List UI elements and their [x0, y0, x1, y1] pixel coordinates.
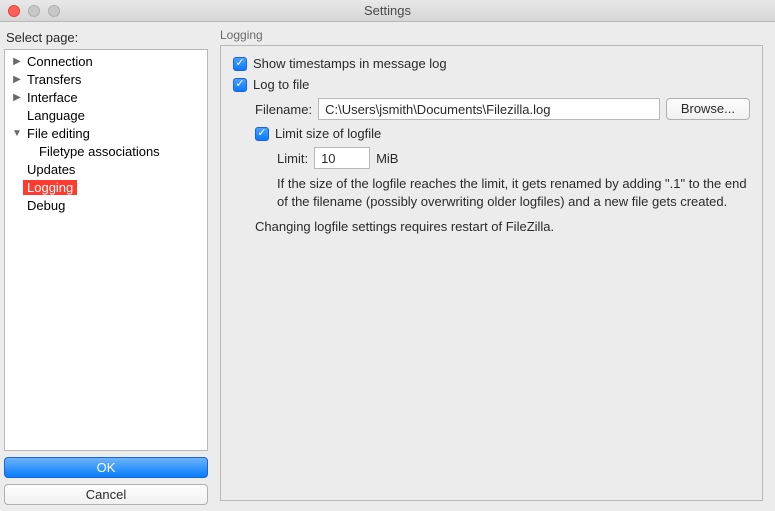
limit-unit: MiB: [376, 151, 398, 166]
ok-button[interactable]: OK: [4, 457, 208, 478]
tree-item-label: Debug: [23, 198, 69, 213]
minimize-icon: [28, 5, 40, 17]
tree-item-label: Updates: [23, 162, 79, 177]
filename-input[interactable]: [318, 98, 660, 120]
limit-size-checkbox[interactable]: ✓: [255, 127, 269, 141]
tree-item-language[interactable]: Language: [5, 106, 207, 124]
tree-item-label: File editing: [23, 126, 94, 141]
sidebar-label: Select page:: [4, 26, 208, 49]
settings-panel: ✓ Show timestamps in message log ✓ Log t…: [220, 45, 763, 501]
tree-item-label: Logging: [23, 180, 77, 195]
log-to-file-label: Log to file: [253, 77, 309, 92]
chevron-down-icon[interactable]: ▼: [11, 128, 23, 139]
limit-label: Limit:: [277, 151, 308, 166]
browse-button[interactable]: Browse...: [666, 98, 750, 120]
limit-note: If the size of the logfile reaches the l…: [277, 175, 750, 210]
titlebar: Settings: [0, 0, 775, 22]
tree-item-connection[interactable]: ▶Connection: [5, 52, 207, 70]
main-panel: Logging ✓ Show timestamps in message log…: [212, 22, 775, 511]
window-title: Settings: [0, 3, 775, 18]
traffic-lights: [0, 5, 60, 17]
tree-item-filetype-associations[interactable]: Filetype associations: [5, 142, 207, 160]
filename-label: Filename:: [255, 102, 312, 117]
log-to-file-checkbox[interactable]: ✓: [233, 78, 247, 92]
tree-item-transfers[interactable]: ▶Transfers: [5, 70, 207, 88]
close-icon[interactable]: [8, 5, 20, 17]
tree-item-logging[interactable]: Logging: [5, 178, 207, 196]
tree-item-file-editing[interactable]: ▼File editing: [5, 124, 207, 142]
section-title: Logging: [220, 28, 763, 45]
chevron-right-icon[interactable]: ▶: [11, 56, 23, 67]
tree-item-debug[interactable]: Debug: [5, 196, 207, 214]
sidebar: Select page: ▶Connection▶Transfers▶Inter…: [0, 22, 212, 511]
tree-item-label: Transfers: [23, 72, 85, 87]
restart-note: Changing logfile settings requires resta…: [255, 218, 750, 236]
maximize-icon: [48, 5, 60, 17]
tree-item-label: Filetype associations: [35, 144, 164, 159]
tree-item-label: Language: [23, 108, 89, 123]
tree-item-label: Connection: [23, 54, 97, 69]
tree-item-label: Interface: [23, 90, 82, 105]
tree-item-interface[interactable]: ▶Interface: [5, 88, 207, 106]
show-timestamps-label: Show timestamps in message log: [253, 56, 447, 71]
limit-size-label: Limit size of logfile: [275, 126, 381, 141]
tree-item-updates[interactable]: Updates: [5, 160, 207, 178]
cancel-button[interactable]: Cancel: [4, 484, 208, 505]
chevron-right-icon[interactable]: ▶: [11, 74, 23, 85]
chevron-right-icon[interactable]: ▶: [11, 92, 23, 103]
show-timestamps-checkbox[interactable]: ✓: [233, 57, 247, 71]
page-tree[interactable]: ▶Connection▶Transfers▶InterfaceLanguage▼…: [4, 49, 208, 451]
limit-input[interactable]: [314, 147, 370, 169]
